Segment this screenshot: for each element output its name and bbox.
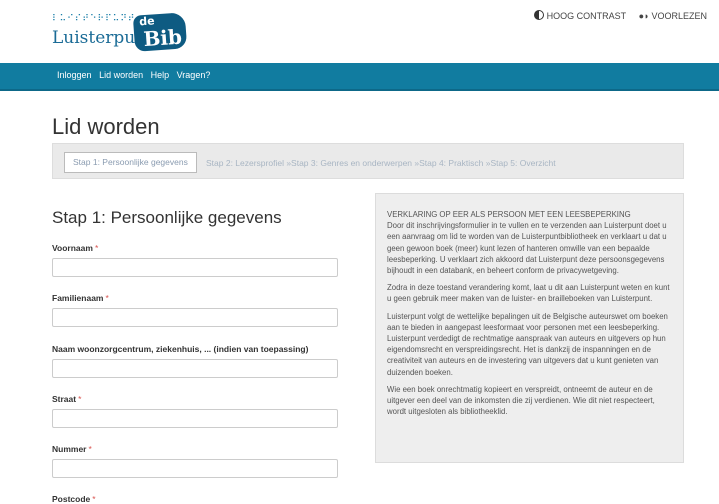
declaration-paragraph-4: Wie een boek onrechtmatig kopieert en ve… xyxy=(387,384,655,417)
street-label: Straat * xyxy=(52,394,82,404)
declaration-heading: VERKLARING OP EER ALS PERSOON MET EEN LE… xyxy=(387,210,631,219)
nav-help[interactable]: Help xyxy=(151,70,170,80)
care-home-input[interactable] xyxy=(52,359,338,378)
house-number-input[interactable] xyxy=(52,459,338,478)
remaining-steps: Stap 2: Lezersprofiel »Stap 3: Genres en… xyxy=(206,158,556,168)
last-name-input[interactable] xyxy=(52,308,338,327)
main-navigation: Inloggen Lid worden Help Vragen? xyxy=(0,63,719,91)
nav-login[interactable]: Inloggen xyxy=(57,70,92,80)
required-marker: * xyxy=(94,243,99,253)
read-aloud-label: VOORLEZEN xyxy=(651,11,707,21)
high-contrast-label: HOOG CONTRAST xyxy=(546,11,627,21)
street-input[interactable] xyxy=(52,409,338,428)
site-header: ⠇⠥⠊⠎⠞⠑⠗⠏⠥⠝⠞ Luisterpunt de Bib HOOG CONT… xyxy=(0,0,719,63)
required-marker: * xyxy=(88,444,92,454)
declaration-paragraph-2: Zodra in deze toestand verandering komt,… xyxy=(387,283,670,304)
step-progress: Stap 1: Persoonlijke gegevens Stap 2: Le… xyxy=(52,143,684,179)
speaker-icon: ●◗ xyxy=(638,11,650,21)
contrast-icon xyxy=(533,10,544,20)
accessibility-tools: HOOG CONTRAST ●◗ VOORLEZEN xyxy=(524,10,707,21)
required-marker: * xyxy=(78,394,82,404)
required-marker: * xyxy=(105,293,109,303)
read-aloud-toggle[interactable]: ●◗ VOORLEZEN xyxy=(639,11,707,21)
required-marker: * xyxy=(92,494,96,504)
declaration-paragraph-1: Door dit inschrijvingsformulier in te vu… xyxy=(387,221,667,276)
form-heading: Stap 1: Persoonlijke gegevens xyxy=(52,208,282,227)
declaration-paragraph-3: Luisterpunt volgt de wettelijke bepaling… xyxy=(387,311,668,377)
braille-dots: ⠇⠥⠊⠎⠞⠑⠗⠏⠥⠝⠞ xyxy=(52,14,136,24)
nav-questions[interactable]: Vragen? xyxy=(177,70,211,80)
nav-become-member[interactable]: Lid worden xyxy=(99,70,143,80)
first-name-input[interactable] xyxy=(52,258,338,277)
step-1-active[interactable]: Stap 1: Persoonlijke gegevens xyxy=(64,152,197,173)
page-title: Lid worden xyxy=(52,114,160,139)
bib-badge: de Bib xyxy=(132,12,188,52)
house-number-label: Nummer * xyxy=(52,444,92,454)
last-name-label: Familienaam * xyxy=(52,293,109,303)
luisterpunt-logo[interactable]: ⠇⠥⠊⠎⠞⠑⠗⠏⠥⠝⠞ Luisterpunt de Bib xyxy=(52,12,192,54)
first-name-label: Voornaam * xyxy=(52,243,99,253)
logo-bib: Bib xyxy=(142,24,183,52)
care-home-label: Naam woonzorgcentrum, ziekenhuis, ... (i… xyxy=(52,344,309,354)
high-contrast-toggle[interactable]: HOOG CONTRAST xyxy=(533,10,627,21)
declaration-panel: VERKLARING OP EER ALS PERSOON MET EEN LE… xyxy=(375,193,684,463)
postal-code-label: Postcode * xyxy=(52,494,96,504)
